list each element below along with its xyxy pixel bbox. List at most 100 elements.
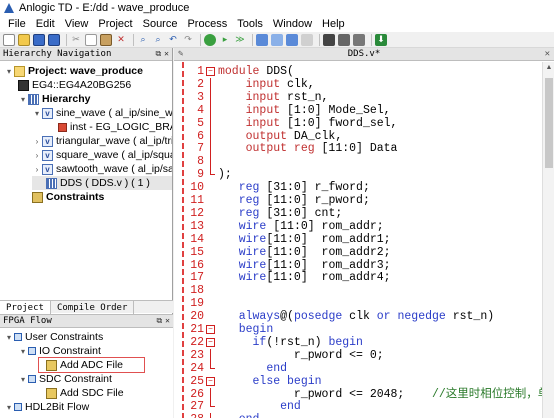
fold-toggle-icon[interactable]: − bbox=[206, 376, 215, 386]
code-line[interactable]: 4 input [1:0] Mode_Sel, bbox=[174, 103, 554, 117]
code-line[interactable]: 6 output DA_clk, bbox=[174, 129, 554, 143]
tree-hierarchy[interactable]: ▾ Hierarchy bbox=[18, 92, 90, 106]
editor-tab[interactable]: ✎ DDS.v* ✕ bbox=[174, 48, 554, 61]
code-line[interactable]: 14 wire[11:0] rom_addr1; bbox=[174, 233, 554, 246]
code-line[interactable]: 16 wire[11:0] rom_addr3; bbox=[174, 259, 554, 272]
code-line[interactable]: 11 reg [11:0] r_pword; bbox=[174, 194, 554, 207]
fold-toggle-icon[interactable]: − bbox=[206, 325, 215, 334]
expanded-chevron-icon[interactable]: ▾ bbox=[18, 95, 28, 104]
tree-item-sine-wave[interactable]: ▾ v sine_wave ( al_ip/sine_wave bbox=[32, 106, 172, 120]
menu-process[interactable]: Process bbox=[182, 18, 232, 30]
scroll-up-icon[interactable]: ▲ bbox=[543, 62, 554, 74]
chip-view-icon[interactable] bbox=[338, 33, 350, 46]
code-line[interactable]: 9); bbox=[174, 168, 554, 181]
tree-device[interactable]: EG4::EG4A20BG256 bbox=[18, 78, 131, 92]
cut-icon[interactable]: ✂ bbox=[70, 34, 82, 46]
flow-item-hdl2bit[interactable]: ▾ HDL2Bit Flow bbox=[4, 400, 89, 414]
code-line[interactable]: 27 end bbox=[174, 400, 554, 413]
code-line[interactable]: 21− begin bbox=[174, 323, 554, 336]
pin-icon[interactable]: ✎ bbox=[178, 49, 183, 59]
tree-item-dds[interactable]: DDS ( DDS.v ) ( 1 ) bbox=[32, 176, 172, 190]
expanded-chevron-icon[interactable]: ▾ bbox=[4, 333, 14, 342]
run-all-icon[interactable]: ≫ bbox=[234, 34, 246, 46]
code-line[interactable]: 2 input clk, bbox=[174, 77, 554, 91]
tree-constraints[interactable]: Constraints bbox=[32, 190, 104, 204]
redo-icon[interactable]: ↷ bbox=[182, 34, 194, 46]
tree-item-sawtooth-wave[interactable]: › v sawtooth_wave ( al_ip/saw bbox=[32, 162, 172, 176]
menu-file[interactable]: File bbox=[3, 18, 31, 30]
vertical-scrollbar[interactable]: ▲ bbox=[542, 62, 554, 418]
menu-window[interactable]: Window bbox=[268, 18, 317, 30]
code-line[interactable]: 3 input rst_n, bbox=[174, 90, 554, 104]
tab-project[interactable]: Project bbox=[0, 301, 51, 314]
collapsed-chevron-icon[interactable]: › bbox=[32, 137, 42, 146]
menu-view[interactable]: View bbox=[60, 18, 94, 30]
menu-source[interactable]: Source bbox=[138, 18, 183, 30]
code-area[interactable]: 1− module DDS(2 input clk, 3 input rst_n, 4… bbox=[174, 62, 554, 418]
code-line[interactable]: 25− else begin bbox=[174, 375, 554, 388]
close-tab-icon[interactable]: ✕ bbox=[545, 49, 550, 59]
timing-icon[interactable] bbox=[323, 33, 335, 46]
code-line[interactable]: 19 bbox=[174, 297, 554, 310]
expanded-chevron-icon[interactable]: ▾ bbox=[32, 109, 42, 118]
flow-item-sdc-constraint[interactable]: ▾ SDC Constraint bbox=[18, 372, 112, 386]
menu-edit[interactable]: Edit bbox=[31, 18, 60, 30]
menu-tools[interactable]: Tools bbox=[232, 18, 268, 30]
float-panel-icon[interactable]: ⧉ bbox=[156, 316, 162, 326]
code-line[interactable]: 15 wire[11:0] rom_addr2; bbox=[174, 246, 554, 259]
code-line[interactable]: 23 r_pword <= 0; bbox=[174, 348, 554, 362]
netlist-icon[interactable] bbox=[271, 33, 283, 46]
schematic-icon[interactable] bbox=[286, 33, 298, 46]
code-line[interactable]: 20 always@(posedge clk or negedge rst_n) bbox=[174, 310, 554, 323]
expanded-chevron-icon[interactable]: ▾ bbox=[18, 375, 28, 384]
find-replace-icon[interactable]: ⌕ bbox=[152, 34, 164, 46]
code-line[interactable]: 22− if(!rst_n) begin bbox=[174, 336, 554, 349]
expanded-chevron-icon[interactable]: ▾ bbox=[18, 347, 28, 356]
code-line[interactable]: 26 r_pword <= 2048; //这里时相位控制，单步 bbox=[174, 387, 554, 401]
analyzer-icon[interactable] bbox=[353, 33, 365, 46]
collapsed-chevron-icon[interactable]: › bbox=[32, 165, 42, 174]
code-line[interactable]: 24 end bbox=[174, 361, 554, 375]
copy-icon[interactable] bbox=[85, 33, 97, 46]
close-panel-icon[interactable]: ✕ bbox=[165, 316, 170, 326]
save-all-icon[interactable] bbox=[48, 33, 60, 46]
scrollbar-thumb[interactable] bbox=[545, 78, 553, 168]
fold-toggle-icon[interactable]: − bbox=[206, 67, 215, 76]
tree-item-triangular-wave[interactable]: › v triangular_wave ( al_ip/tria bbox=[32, 134, 172, 148]
code-line[interactable]: 28 end bbox=[174, 413, 554, 418]
open-folder-icon[interactable] bbox=[18, 33, 30, 46]
flow-item-io-constraint[interactable]: ▾ IO Constraint bbox=[18, 344, 101, 358]
code-line[interactable]: 10 reg [31:0] r_fword; bbox=[174, 181, 554, 194]
code-line[interactable]: 12 reg [31:0] cnt; bbox=[174, 207, 554, 220]
tab-compile-order[interactable]: Compile Order bbox=[51, 301, 135, 314]
code-line[interactable]: 5 input [1:0] fword_sel, bbox=[174, 116, 554, 130]
tree-item-sine-inst[interactable]: inst - EG_LOGIC_BRAM bbox=[58, 120, 172, 134]
code-line[interactable]: 17 wire[11:0] rom_addr4; bbox=[174, 271, 554, 284]
find-icon[interactable]: ⌕ bbox=[137, 34, 149, 46]
collapsed-chevron-icon[interactable]: › bbox=[32, 151, 42, 160]
menu-help[interactable]: Help bbox=[317, 18, 350, 30]
paste-icon[interactable] bbox=[100, 33, 112, 46]
download-icon[interactable]: ⬇ bbox=[375, 33, 387, 46]
code-line[interactable]: 8 bbox=[174, 155, 554, 169]
code-line[interactable]: 1− module DDS( bbox=[174, 65, 554, 78]
flow-item-add-sdc-file[interactable]: Add SDC File bbox=[46, 386, 124, 400]
tree-project[interactable]: ▾ Project: wave_produce bbox=[4, 64, 143, 78]
run-icon[interactable] bbox=[204, 33, 216, 46]
fold-toggle-icon[interactable]: − bbox=[206, 337, 215, 347]
tree-item-square-wave[interactable]: › v square_wave ( al_ip/square bbox=[32, 148, 172, 162]
float-panel-icon[interactable]: ⧉ bbox=[155, 49, 161, 59]
step-icon[interactable]: ▸ bbox=[219, 34, 231, 46]
code-line[interactable]: 18 bbox=[174, 284, 554, 297]
menu-project[interactable]: Project bbox=[93, 18, 137, 30]
expanded-chevron-icon[interactable]: ▾ bbox=[4, 67, 14, 76]
hierarchy-icon[interactable] bbox=[256, 33, 268, 46]
new-file-icon[interactable] bbox=[3, 33, 15, 46]
expanded-chevron-icon[interactable]: ▾ bbox=[4, 403, 14, 412]
delete-icon[interactable]: ✕ bbox=[115, 34, 127, 46]
flow-item-user-constraints[interactable]: ▾ User Constraints bbox=[4, 330, 103, 344]
code-line[interactable]: 13 wire [11:0] rom_addr; bbox=[174, 220, 554, 233]
save-icon[interactable] bbox=[33, 33, 45, 46]
close-panel-icon[interactable]: ✕ bbox=[164, 49, 169, 59]
pin-planner-icon[interactable] bbox=[301, 33, 313, 46]
